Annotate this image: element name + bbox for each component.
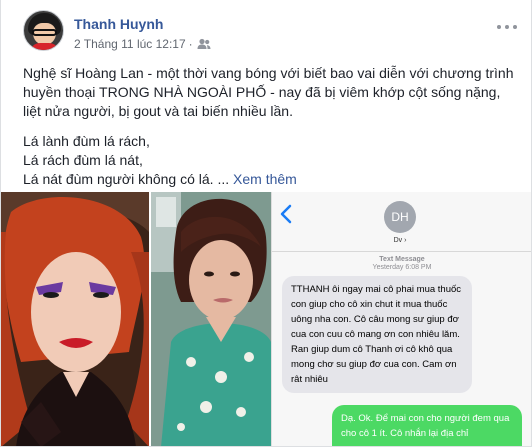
portrait-photo-makeup[interactable]: [1, 192, 149, 446]
poem-line-1: Lá lành đùm lá rách,: [23, 133, 150, 149]
post-paragraph: Nghệ sĩ Hoàng Lan - một thời vang bóng v…: [23, 65, 514, 119]
incoming-message: TTHANH ôi ngay mai cô phai mua thuốc con…: [282, 276, 472, 393]
post-card: Thanh Huynh 2 Tháng 11 lúc 12:17 · Nghệ …: [0, 0, 532, 447]
sms-screenshot[interactable]: DH Dv › Text Message Yesterday 6:08 PM T…: [271, 192, 531, 446]
avatar-glasses: [32, 29, 57, 36]
sms-timestamp-label: Text Message: [379, 256, 425, 263]
portrait-photo-hospital[interactable]: [151, 192, 271, 446]
post-text: Nghệ sĩ Hoàng Lan - một thời vang bóng v…: [23, 64, 518, 189]
sms-timestamp-value: Yesterday 6:08 PM: [372, 264, 432, 271]
author-avatar[interactable]: [23, 10, 64, 51]
see-more-link[interactable]: Xem thêm: [233, 171, 297, 187]
contact-avatar[interactable]: DH: [384, 201, 416, 233]
outgoing-message: Dạ. Ok. Để mai con cho người đem qua cho…: [332, 405, 522, 446]
ellipsis: ...: [213, 171, 234, 187]
poem-line-2: Lá rách đùm lá nát,: [23, 152, 143, 168]
post-images: DH Dv › Text Message Yesterday 6:08 PM T…: [1, 192, 531, 446]
post-meta: 2 Tháng 11 lúc 12:17 ·: [74, 37, 211, 51]
back-chevron-icon[interactable]: [280, 204, 292, 224]
meta-separator: ·: [188, 37, 193, 51]
sms-header: DH Dv ›: [272, 192, 531, 252]
author-name[interactable]: Thanh Huynh: [74, 16, 163, 32]
post-timestamp[interactable]: 2 Tháng 11 lúc 12:17: [74, 37, 186, 51]
more-options-icon[interactable]: [495, 19, 519, 35]
avatar-dress: [30, 43, 59, 50]
poem-line-3-text: Lá nát đùm người không có lá.: [23, 171, 214, 187]
contact-name[interactable]: Dv ›: [384, 237, 416, 244]
friends-icon[interactable]: [197, 38, 211, 50]
poem-line-3: Lá nát đùm người không có lá. ... Xem th…: [23, 170, 518, 189]
post-header: Thanh Huynh 2 Tháng 11 lúc 12:17 ·: [23, 10, 531, 54]
